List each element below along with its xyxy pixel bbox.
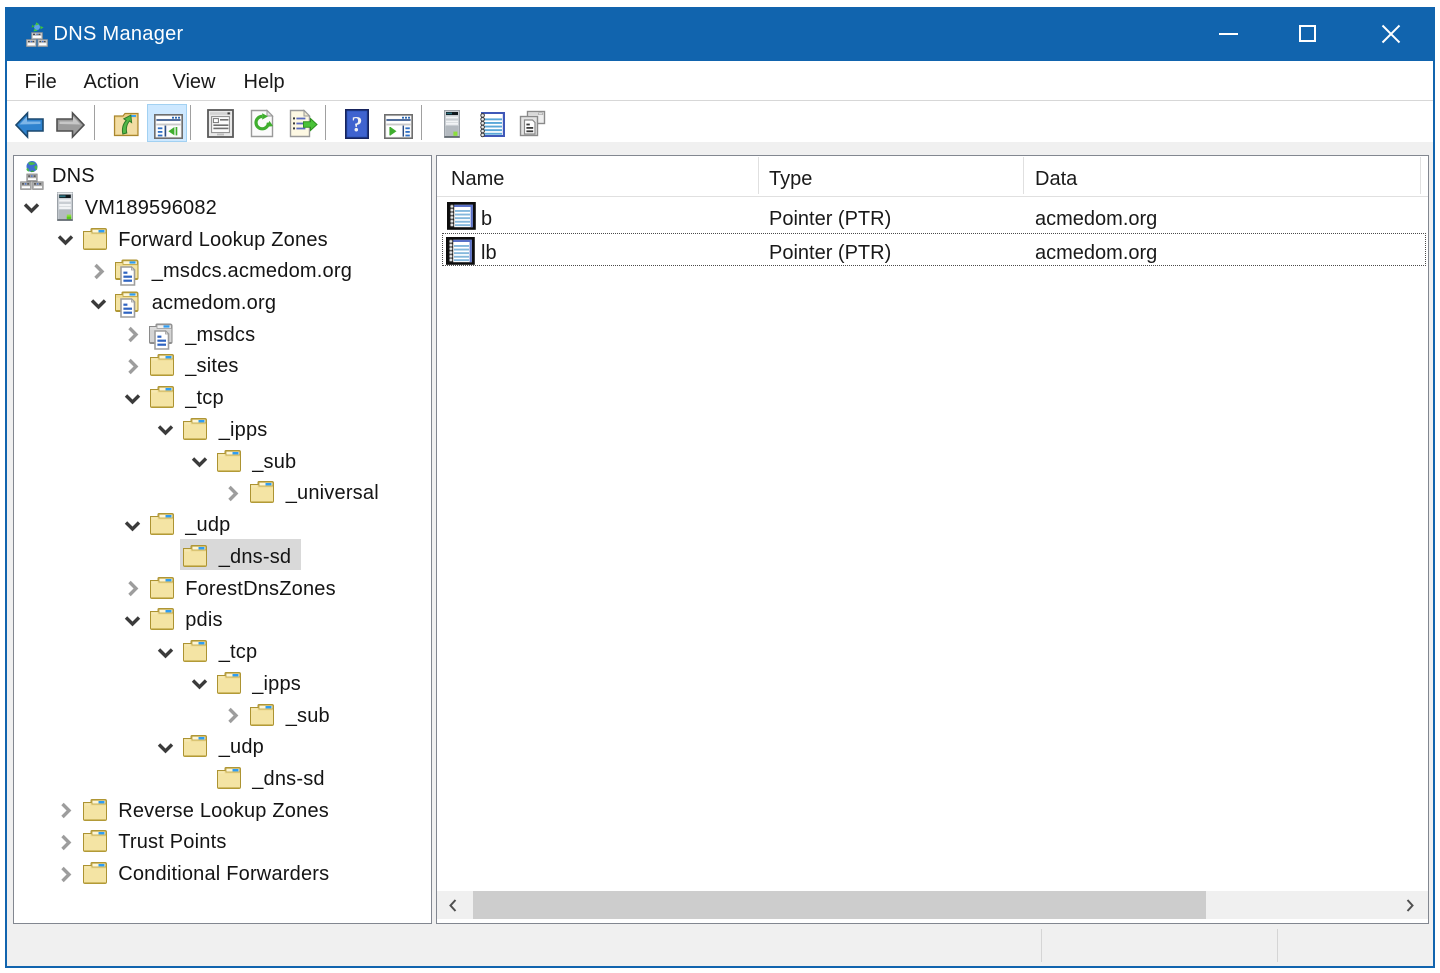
svg-text:?: ? xyxy=(352,112,363,137)
